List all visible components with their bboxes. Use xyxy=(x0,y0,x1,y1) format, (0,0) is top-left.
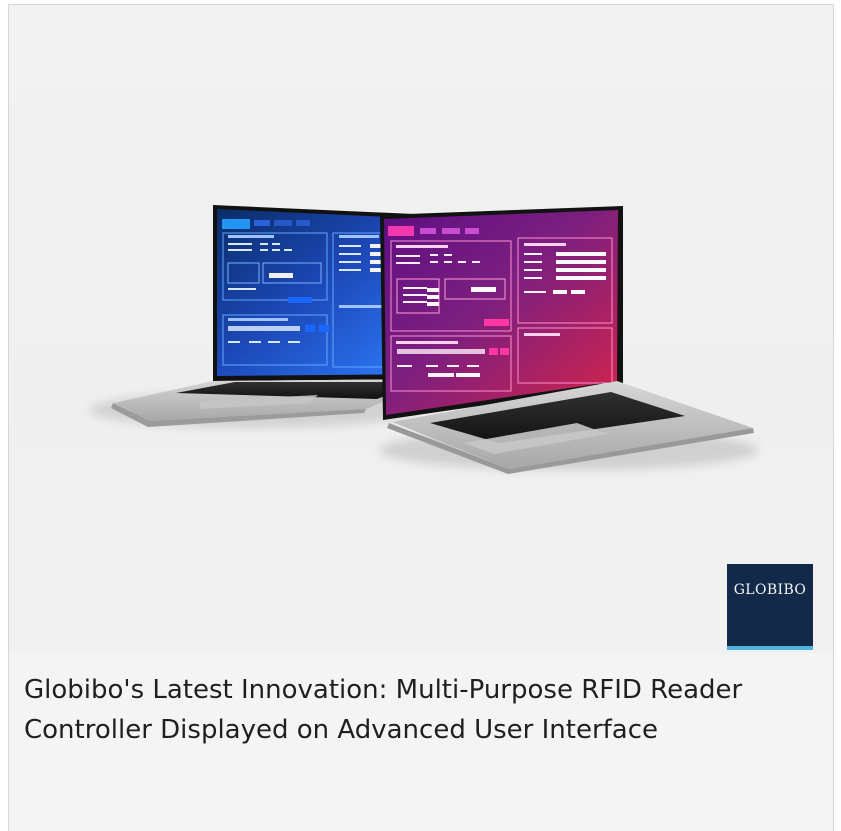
right-laptop xyxy=(380,206,754,474)
image-caption: Globibo's Latest Innovation: Multi-Purpo… xyxy=(24,675,743,745)
laptops-scene xyxy=(89,205,759,474)
globibo-logo: GLOBIBO xyxy=(727,564,813,650)
content-card: GLOBIBO Globibo's Latest Innovation: Mul… xyxy=(8,4,834,831)
product-image xyxy=(9,5,833,653)
logo-text: GLOBIBO xyxy=(733,582,807,598)
